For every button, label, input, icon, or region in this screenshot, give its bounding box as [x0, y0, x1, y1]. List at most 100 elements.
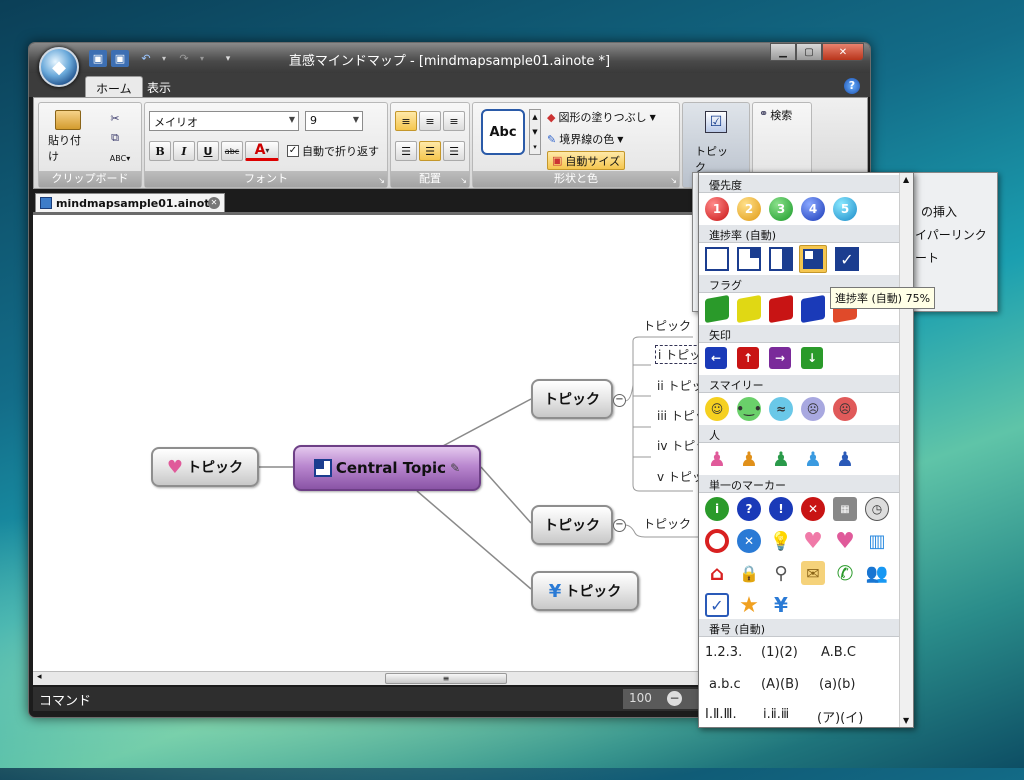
redo-icon[interactable]: ↷: [175, 50, 193, 67]
numbering-option[interactable]: ⅰ.ⅱ.ⅲ: [763, 707, 789, 722]
smiley-sad-icon[interactable]: ☹: [801, 397, 825, 421]
numbering-option[interactable]: 1.2.3.: [705, 645, 742, 660]
cross-icon[interactable]: ✕: [801, 497, 825, 521]
circle-icon[interactable]: [705, 529, 729, 553]
shape-fill-button[interactable]: ◆ 図形の塗りつぶし ▼: [547, 109, 656, 125]
arrow-up-icon[interactable]: ↑: [737, 347, 759, 369]
person-lightblue-icon[interactable]: ♟: [801, 447, 825, 471]
font-family-select[interactable]: メイリオ ▼: [149, 111, 299, 131]
home-icon[interactable]: ⌂: [705, 561, 729, 585]
scroll-thumb[interactable]: ≡: [385, 673, 507, 684]
close-tab-icon[interactable]: ✕: [208, 197, 220, 209]
tab-home[interactable]: ホーム: [85, 76, 143, 97]
tab-view[interactable]: 表示: [137, 76, 181, 97]
person-green-icon[interactable]: ♟: [769, 447, 793, 471]
priority-2-icon[interactable]: 2: [737, 197, 761, 221]
central-topic-node[interactable]: Central Topic ✎: [293, 445, 481, 491]
application-menu-button[interactable]: ◆: [39, 47, 79, 87]
numbering-option[interactable]: Ⅰ.Ⅱ.Ⅲ.: [705, 707, 737, 722]
topic-button[interactable]: ☑ トピック ▾: [695, 107, 737, 184]
person-blue-icon[interactable]: ♟: [833, 447, 857, 471]
yen-icon[interactable]: ¥: [769, 593, 793, 617]
maximize-button[interactable]: ▢: [796, 43, 822, 61]
panel-scrollbar[interactable]: ▲ ▼: [899, 173, 913, 727]
person-orange-icon[interactable]: ♟: [737, 447, 761, 471]
zoom-out-icon[interactable]: −: [667, 691, 682, 706]
phone-icon[interactable]: ✆: [833, 561, 857, 585]
save-all-icon[interactable]: ▣: [111, 50, 129, 67]
collapse-icon[interactable]: −: [613, 394, 626, 407]
paste-button[interactable]: 貼り付け: [47, 109, 89, 165]
arrow-left-icon[interactable]: ←: [705, 347, 727, 369]
progress-75-option[interactable]: [799, 245, 827, 273]
lightbulb-icon[interactable]: 💡: [769, 529, 793, 553]
border-color-button[interactable]: ✎ 境界線の色 ▼: [547, 131, 623, 147]
align-top-icon[interactable]: ☰: [395, 141, 417, 161]
smiley-angry-icon[interactable]: ☹: [833, 397, 857, 421]
align-center-icon[interactable]: ≡: [419, 111, 441, 131]
broken-heart-icon[interactable]: ♥: [833, 529, 857, 554]
font-color-button[interactable]: A ▾: [245, 141, 279, 161]
progress-50-icon[interactable]: [769, 247, 793, 271]
arrow-right-icon[interactable]: →: [769, 347, 791, 369]
question-icon[interactable]: ?: [737, 497, 761, 521]
align-bottom-icon[interactable]: ☰: [443, 141, 465, 161]
magnifier-icon[interactable]: ⚲: [769, 561, 793, 585]
zoom-control[interactable]: 100 −: [623, 689, 703, 709]
progress-25-icon[interactable]: [737, 247, 761, 271]
dialog-launcher-icon[interactable]: ↘: [670, 176, 677, 185]
group-icon[interactable]: 👥: [865, 561, 889, 585]
menu-item-note[interactable]: ート: [915, 249, 939, 266]
person-pink-icon[interactable]: ♟: [705, 447, 729, 471]
topic-node-left[interactable]: ♥ トピック: [151, 447, 259, 487]
smiley-neutral-icon[interactable]: •‿•: [736, 397, 762, 421]
autosize-button[interactable]: ▣ 自動サイズ: [547, 151, 626, 170]
shape-style-button[interactable]: Abc: [481, 109, 525, 155]
scroll-up-icon[interactable]: ▲: [903, 175, 909, 184]
flag-red-icon[interactable]: [769, 294, 793, 324]
progress-100-icon[interactable]: ✓: [835, 247, 859, 271]
save-icon[interactable]: ▣: [89, 50, 107, 67]
clock-icon[interactable]: ◷: [865, 497, 889, 521]
calendar-icon[interactable]: ▦: [833, 497, 857, 521]
flag-green-icon[interactable]: [705, 294, 729, 324]
info-icon[interactable]: i: [705, 497, 729, 521]
x-circle-icon[interactable]: ✕: [737, 529, 761, 553]
redo-dropdown-icon[interactable]: ▾: [193, 50, 211, 67]
priority-3-icon[interactable]: 3: [769, 197, 793, 221]
priority-1-icon[interactable]: 1: [705, 197, 729, 221]
topic-node-right1[interactable]: トピック: [531, 379, 613, 419]
search-button[interactable]: ⚭ 検索: [759, 107, 792, 123]
strikethrough-button[interactable]: abc: [221, 141, 243, 161]
scroll-down-icon[interactable]: ▼: [903, 716, 909, 725]
subtopic-right2-child[interactable]: トピック: [643, 515, 691, 532]
document-tab[interactable]: mindmapsample01.ainote * ✕: [35, 193, 225, 223]
dialog-launcher-icon[interactable]: ↘: [378, 176, 385, 185]
priority-4-icon[interactable]: 4: [801, 197, 825, 221]
wrap-checkbox[interactable]: ✓ 自動で折り返す: [287, 143, 379, 159]
copy-icon[interactable]: ⧉: [105, 129, 125, 147]
shape-style-scroll[interactable]: ▲ ▼ ▾: [529, 109, 541, 155]
arrow-down-icon[interactable]: ↓: [801, 347, 823, 369]
numbering-option[interactable]: (A)(B): [761, 677, 799, 692]
topic-node-right2[interactable]: トピック: [531, 505, 613, 545]
italic-button[interactable]: I: [173, 141, 195, 161]
checkbox-icon[interactable]: ✓: [705, 593, 729, 617]
topic-node-right3[interactable]: ¥ トピック: [531, 571, 639, 611]
star-icon[interactable]: ★: [737, 593, 761, 618]
numbering-option[interactable]: (1)(2): [761, 645, 798, 660]
flag-blue-icon[interactable]: [801, 294, 825, 324]
dialog-launcher-icon[interactable]: ↘: [460, 176, 467, 185]
underline-button[interactable]: U: [197, 141, 219, 161]
smiley-happy-icon[interactable]: ☺: [705, 397, 729, 421]
numbering-option[interactable]: a.b.c: [709, 677, 741, 692]
minimize-button[interactable]: ▁: [770, 43, 796, 61]
format-painter-icon[interactable]: ABC▾: [105, 149, 135, 167]
building-icon[interactable]: ▥: [865, 529, 889, 553]
align-left-icon[interactable]: ≡: [395, 111, 417, 131]
subtopic-header[interactable]: トピック: [643, 317, 691, 334]
scroll-left-icon[interactable]: ◂: [37, 672, 42, 682]
lock-icon[interactable]: 🔒: [737, 561, 761, 585]
align-middle-icon[interactable]: ☰: [419, 141, 441, 161]
numbering-option[interactable]: (ア)(イ): [817, 707, 863, 726]
